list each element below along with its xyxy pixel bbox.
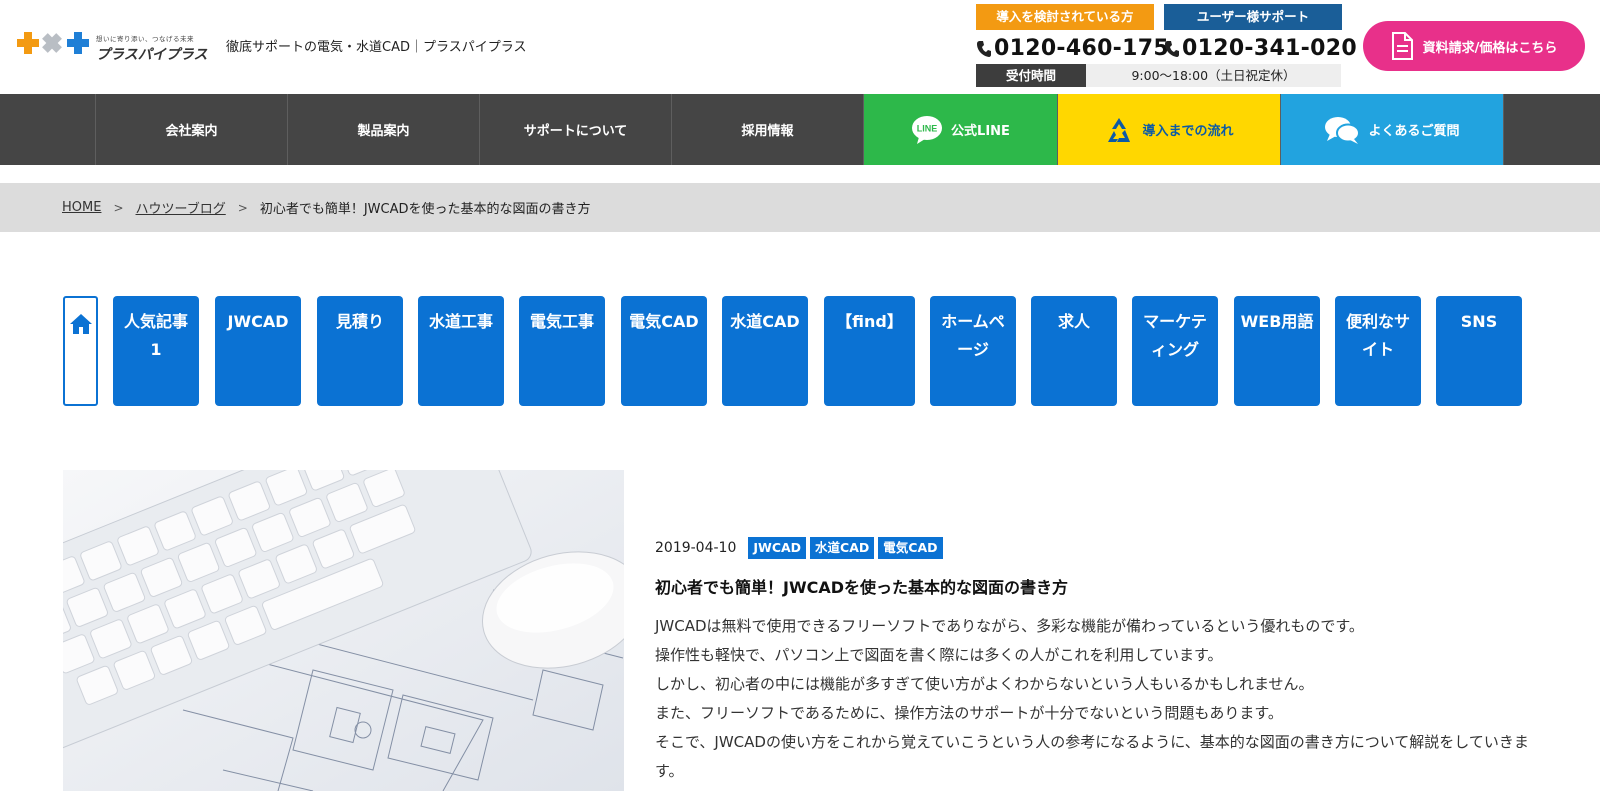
tel-prospect-link[interactable]: 0120-460-175 xyxy=(976,36,1169,61)
chat-bubbles-icon xyxy=(1325,116,1361,144)
category-tile[interactable]: ホームページ xyxy=(930,296,1016,406)
nav-item-label: 製品案内 xyxy=(357,124,410,139)
request-materials-button[interactable]: 資料請求/価格はこちら xyxy=(1363,21,1585,71)
nav-item-line[interactable]: LINE 公式LINE xyxy=(864,94,1058,165)
site-title: 徹底サポートの電気・水道CAD｜プラスパイプラス xyxy=(226,40,527,55)
nav-item-faq[interactable]: よくあるご質問 xyxy=(1281,94,1504,165)
tag-electric-cad[interactable]: 電気CAD xyxy=(878,537,943,559)
category-tile[interactable]: 人気記事1 xyxy=(113,296,199,406)
request-button-label: 資料請求/価格はこちら xyxy=(1422,40,1558,56)
site-header: 想いに寄り添い、つなげる未来 プラスパイプラス 徹底サポートの電気・水道CAD｜… xyxy=(0,0,1600,94)
home-icon xyxy=(69,314,92,334)
category-tile[interactable]: 便利なサイト xyxy=(1335,296,1421,406)
category-tile[interactable]: 【find】 xyxy=(824,296,915,406)
chevron-right-icon: > xyxy=(113,200,124,215)
site-logo[interactable]: 想いに寄り添い、つなげる未来 プラスパイプラス xyxy=(14,28,207,63)
breadcrumb-current: 初心者でも簡単！JWCADを使った基本的な図面の書き方 xyxy=(259,202,591,217)
phone-icon xyxy=(977,40,991,57)
chevron-right-icon: > xyxy=(237,200,248,215)
article-excerpt: JWCADは無料で使用できるフリーソフトでありながら、多彩な機能が備わっていると… xyxy=(655,612,1535,786)
business-hours: 受付時間 9:00〜18:00（土日祝定休） xyxy=(976,64,1341,87)
excerpt-line: また、フリーソフトであるために、操作方法のサポートが十分でないという問題もありま… xyxy=(655,704,1283,722)
breadcrumb-blog-link[interactable]: ハウツーブログ xyxy=(136,198,226,217)
recycle-icon xyxy=(1108,117,1131,142)
line-icon: LINE xyxy=(912,115,943,144)
tel-user-link[interactable]: 0120-341-020 xyxy=(1164,36,1357,61)
logo-tagline: 想いに寄り添い、つなげる未来 xyxy=(96,35,194,43)
document-icon xyxy=(1391,32,1413,60)
nav-item-label: 採用情報 xyxy=(741,124,794,139)
keyboard-blueprint-image xyxy=(63,470,624,791)
excerpt-line: 操作性も軽快で、パソコン上で図面を書く際には多くの人がこれを利用しています。 xyxy=(655,646,1223,664)
tel-user-support: ユーザー様サポート 0120-341-020 xyxy=(1164,4,1357,61)
tel-user-label: ユーザー様サポート xyxy=(1164,4,1342,30)
breadcrumb-home-link[interactable]: HOME xyxy=(62,200,101,215)
nav-item-flow[interactable]: 導入までの流れ xyxy=(1058,94,1281,165)
logo-text: 想いに寄り添い、つなげる未来 プラスパイプラス xyxy=(96,33,226,64)
tel-user-number: 0120-341-020 xyxy=(1182,36,1357,61)
tel-prospect: 導入を検討されている方 0120-460-175 xyxy=(976,4,1169,61)
nav-faq-label: よくあるご質問 xyxy=(1368,124,1460,139)
excerpt-line: そこで、JWCADの使い方をこれから覚えていこうという人の参考になるように、基本… xyxy=(655,733,1529,780)
hours-value: 9:00〜18:00（土日祝定休） xyxy=(1086,64,1341,87)
category-tile[interactable]: JWCAD xyxy=(215,296,301,406)
line-icon-text: LINE xyxy=(917,123,938,133)
article-meta: 2019-04-10 JWCAD 水道CAD 電気CAD xyxy=(655,537,947,559)
category-tile[interactable]: 求人 xyxy=(1031,296,1117,406)
category-tile[interactable]: 電気CAD xyxy=(621,296,707,406)
nav-item-products[interactable]: 製品案内 xyxy=(288,94,480,165)
tag-jwcad[interactable]: JWCAD xyxy=(748,537,807,559)
nav-item-label: サポートについて xyxy=(523,124,628,139)
nav-line-label: 公式LINE xyxy=(951,124,1010,139)
phone-icon xyxy=(1165,40,1179,57)
nav-flow-label: 導入までの流れ xyxy=(1142,124,1234,139)
tel-prospect-label: 導入を検討されている方 xyxy=(976,4,1154,30)
logo-crosses-icon xyxy=(17,32,89,54)
excerpt-line: JWCADは無料で使用できるフリーソフトでありながら、多彩な機能が備わっていると… xyxy=(655,617,1364,635)
nav-item-recruit[interactable]: 採用情報 xyxy=(672,94,864,165)
category-tile[interactable]: SNS xyxy=(1436,296,1522,406)
category-home-button[interactable] xyxy=(63,296,98,406)
category-tile[interactable]: 電気工事 xyxy=(519,296,605,406)
category-tile[interactable]: WEB用語 xyxy=(1234,296,1320,406)
tel-prospect-number: 0120-460-175 xyxy=(994,36,1169,61)
nav-item-label: 会社案内 xyxy=(165,124,218,139)
category-tile[interactable]: 見積り xyxy=(317,296,403,406)
logo-name: プラスパイプラス xyxy=(96,47,208,63)
post-date: 2019-04-10 xyxy=(655,540,737,556)
article-thumbnail[interactable] xyxy=(63,470,624,791)
global-nav: 会社案内 製品案内 サポートについて 採用情報 LINE 公式LINE 導入まで… xyxy=(0,94,1600,165)
tag-water-cad[interactable]: 水道CAD xyxy=(810,537,875,559)
nav-item-support[interactable]: サポートについて xyxy=(480,94,672,165)
category-tile[interactable]: 水道CAD xyxy=(722,296,808,406)
nav-spacer xyxy=(0,94,96,165)
nav-item-company[interactable]: 会社案内 xyxy=(96,94,288,165)
category-tile[interactable]: マーケティング xyxy=(1132,296,1218,406)
breadcrumb: HOME > ハウツーブログ > 初心者でも簡単！JWCADを使った基本的な図面… xyxy=(0,183,1600,232)
category-tile[interactable]: 水道工事 xyxy=(418,296,504,406)
excerpt-line: しかし、初心者の中には機能が多すぎて使い方がよくわからないという人もいるかもしれ… xyxy=(655,675,1314,693)
article-title[interactable]: 初心者でも簡単！JWCADを使った基本的な図面の書き方 xyxy=(655,574,1068,598)
hours-label: 受付時間 xyxy=(976,64,1086,87)
